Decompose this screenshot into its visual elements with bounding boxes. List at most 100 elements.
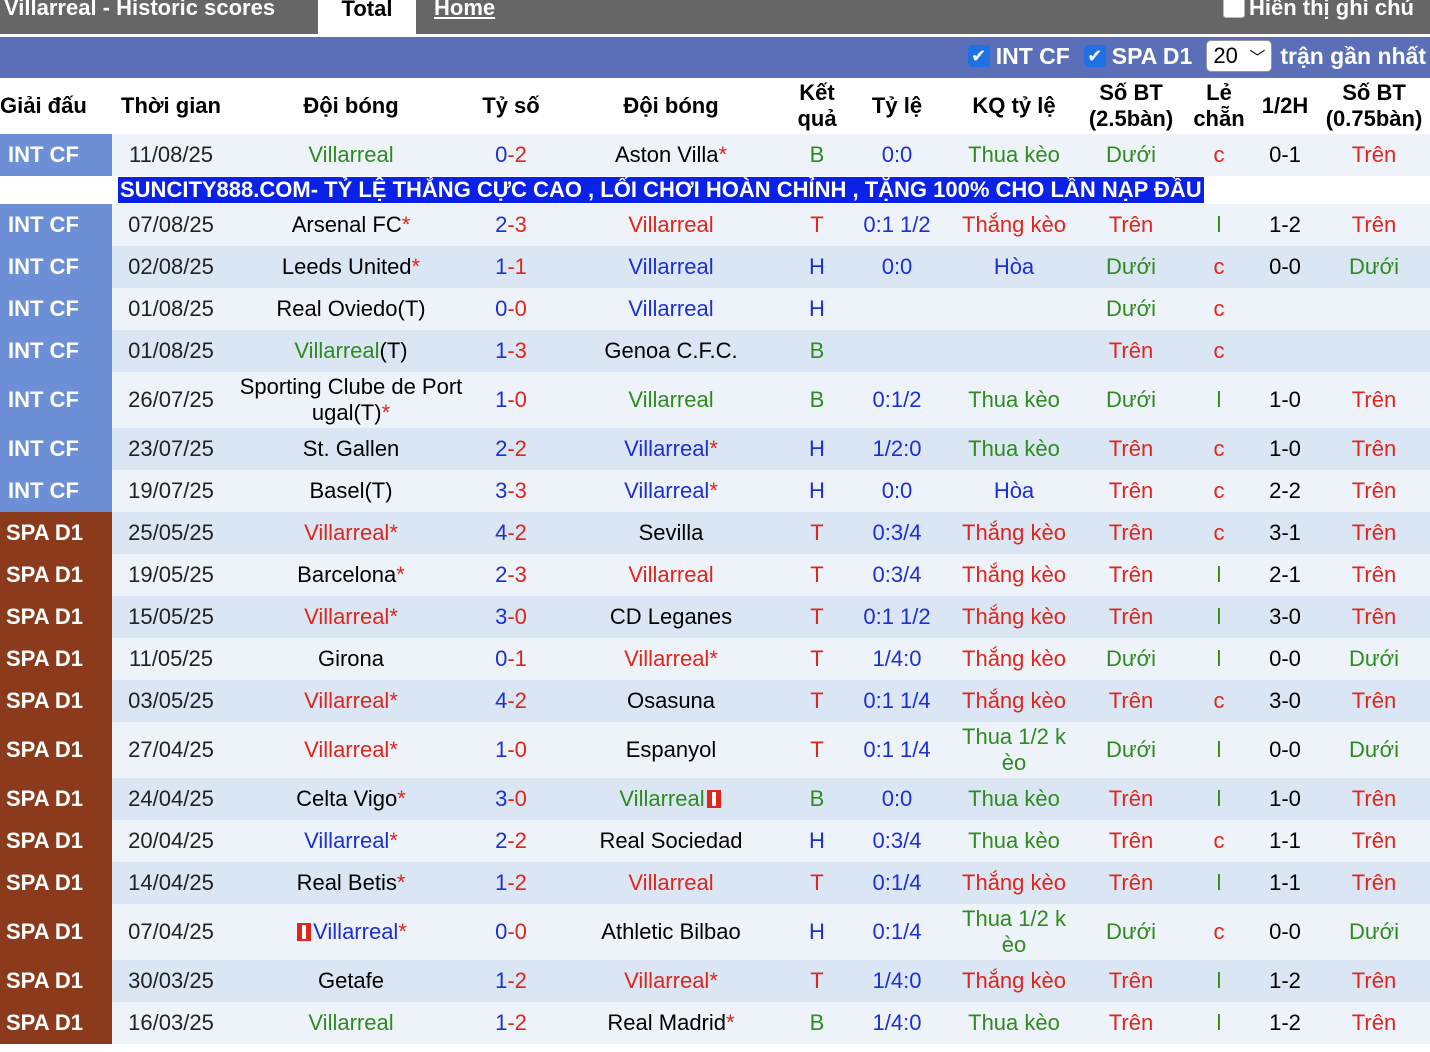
league-cell[interactable]: SPA D1 (0, 820, 112, 862)
home-team-cell[interactable]: Leeds United* (230, 246, 472, 288)
league-cell[interactable]: SPA D1 (0, 778, 112, 820)
show-notes-toggle[interactable]: Hiển thị ghi chú (1223, 0, 1414, 22)
score-cell[interactable]: 3-0 (472, 596, 550, 638)
away-team-cell[interactable]: Real Madrid* (550, 1002, 792, 1044)
league-cell[interactable]: SPA D1 (0, 638, 112, 680)
filter-spa-d1[interactable]: ✔ SPA D1 (1083, 43, 1192, 70)
score-cell[interactable]: 1-0 (472, 372, 550, 428)
league-cell[interactable]: SPA D1 (0, 904, 112, 960)
home-team-cell[interactable]: St. Gallen (230, 428, 472, 470)
score-cell[interactable]: 3-3 (472, 470, 550, 512)
score-cell[interactable]: 0-0 (472, 904, 550, 960)
score-cell[interactable]: 0-1 (472, 638, 550, 680)
away-team-cell[interactable]: Espanyol (550, 722, 792, 778)
score-sep: - (507, 1010, 515, 1035)
league-cell[interactable]: SPA D1 (0, 680, 112, 722)
match-count-select[interactable]: 20 ﹀ (1206, 40, 1273, 72)
home-team-cell[interactable]: Villarreal* (230, 820, 472, 862)
away-team-cell[interactable]: Villarreal* (550, 638, 792, 680)
score-cell[interactable]: 1-3 (472, 330, 550, 372)
home-team-cell[interactable]: Celta Vigo* (230, 778, 472, 820)
away-team-cell[interactable]: Athletic Bilbao (550, 904, 792, 960)
league-cell[interactable]: INT CF (0, 288, 112, 330)
league-cell[interactable]: INT CF (0, 428, 112, 470)
score-home: 1 (495, 968, 508, 993)
home-team-cell[interactable]: Villarreal* (230, 596, 472, 638)
score-cell[interactable]: 2-3 (472, 554, 550, 596)
home-team-cell[interactable]: Villarreal (230, 1002, 472, 1044)
league-cell[interactable]: SPA D1 (0, 862, 112, 904)
score-cell[interactable]: 1-1 (472, 246, 550, 288)
league-cell[interactable]: INT CF (0, 134, 112, 176)
league-cell[interactable]: INT CF (0, 470, 112, 512)
score-cell[interactable]: 1-2 (472, 1002, 550, 1044)
home-team-cell[interactable]: Villarreal (230, 134, 472, 176)
away-team-cell[interactable]: CD Leganes (550, 596, 792, 638)
over-under-2-cell: Trên (1318, 554, 1430, 596)
score-home: 4 (495, 520, 508, 545)
league-cell[interactable]: SPA D1 (0, 554, 112, 596)
away-team-cell[interactable]: Villarreal (550, 554, 792, 596)
away-team-cell[interactable]: Villarreal (550, 288, 792, 330)
home-team-cell[interactable]: Villarreal* (230, 722, 472, 778)
score-cell[interactable]: 0-0 (472, 288, 550, 330)
away-team-cell[interactable]: Villarreal* (550, 960, 792, 1002)
away-team-cell[interactable]: Villarreal (550, 204, 792, 246)
notes-checkbox[interactable] (1223, 0, 1245, 18)
away-team-cell[interactable]: Villarreal (550, 246, 792, 288)
home-team-cell[interactable]: Real Betis* (230, 862, 472, 904)
star-marker: * (709, 436, 718, 461)
result-cell: B (792, 778, 842, 820)
league-cell[interactable]: INT CF (0, 246, 112, 288)
league-cell[interactable]: SPA D1 (0, 960, 112, 1002)
league-cell[interactable]: INT CF (0, 330, 112, 372)
score-cell[interactable]: 1-2 (472, 960, 550, 1002)
home-team-cell[interactable]: Girona (230, 638, 472, 680)
ad-cell[interactable]: SUNCITY888.COM- TỶ LỆ THẮNG CỰC CAO , LỐ… (0, 176, 1430, 204)
home-team-cell[interactable]: Basel(T) (230, 470, 472, 512)
score-cell[interactable]: 2-2 (472, 820, 550, 862)
away-team-cell[interactable]: Osasuna (550, 680, 792, 722)
league-cell[interactable]: SPA D1 (0, 722, 112, 778)
away-team-cell[interactable]: Aston Villa* (550, 134, 792, 176)
home-team-cell[interactable]: Sporting Clube de Port ugal(T)* (230, 372, 472, 428)
away-team-cell[interactable]: Sevilla (550, 512, 792, 554)
away-team-cell[interactable]: Villarreal* (550, 428, 792, 470)
tab-total[interactable]: Total (318, 0, 416, 34)
away-team-cell[interactable]: Genoa C.F.C. (550, 330, 792, 372)
check-icon[interactable]: ✔ (1083, 45, 1106, 67)
league-cell[interactable]: SPA D1 (0, 1002, 112, 1044)
score-cell[interactable]: 3-0 (472, 778, 550, 820)
league-cell[interactable]: INT CF (0, 204, 112, 246)
home-team-cell[interactable]: Villarreal* (230, 904, 472, 960)
star-marker: * (726, 1010, 735, 1035)
score-cell[interactable]: 1-2 (472, 862, 550, 904)
score-cell[interactable]: 4-2 (472, 680, 550, 722)
filter-int-cf[interactable]: ✔ INT CF (967, 43, 1070, 70)
league-cell[interactable]: SPA D1 (0, 512, 112, 554)
away-team-cell[interactable]: Villarreal (550, 778, 792, 820)
score-cell[interactable]: 0-2 (472, 134, 550, 176)
league-cell[interactable]: INT CF (0, 372, 112, 428)
score-cell[interactable]: 2-2 (472, 428, 550, 470)
tab-home[interactable]: Home (434, 0, 495, 22)
away-team-cell[interactable]: Villarreal (550, 372, 792, 428)
score-cell[interactable]: 4-2 (472, 512, 550, 554)
ad-banner-link[interactable]: SUNCITY888.COM- TỶ LỆ THẮNG CỰC CAO , LỐ… (118, 177, 1204, 203)
home-team-cell[interactable]: Arsenal FC* (230, 204, 472, 246)
away-team-cell[interactable]: Real Sociedad (550, 820, 792, 862)
away-team-cell[interactable]: Villarreal (550, 862, 792, 904)
result-cell: B (792, 372, 842, 428)
home-team-cell[interactable]: Villarreal* (230, 680, 472, 722)
league-cell[interactable]: SPA D1 (0, 596, 112, 638)
score-cell[interactable]: 2-3 (472, 204, 550, 246)
home-team-cell[interactable]: Real Oviedo(T) (230, 288, 472, 330)
home-team-cell[interactable]: Barcelona* (230, 554, 472, 596)
home-team-cell[interactable]: Villarreal* (230, 512, 472, 554)
away-team-cell[interactable]: Villarreal* (550, 470, 792, 512)
half-time-cell (1252, 330, 1318, 372)
score-cell[interactable]: 1-0 (472, 722, 550, 778)
check-icon[interactable]: ✔ (967, 45, 990, 67)
home-team-cell[interactable]: Villarreal(T) (230, 330, 472, 372)
home-team-cell[interactable]: Getafe (230, 960, 472, 1002)
